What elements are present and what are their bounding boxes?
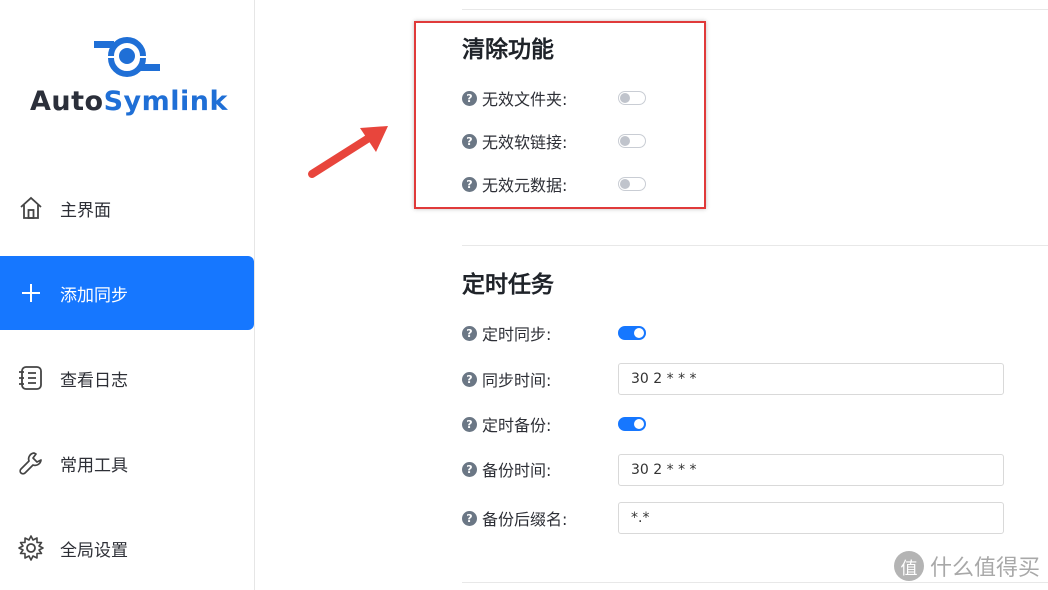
section-divider bbox=[462, 245, 1048, 246]
help-icon[interactable]: ? bbox=[462, 325, 477, 341]
help-icon[interactable]: ? bbox=[462, 510, 477, 526]
wrench-icon bbox=[16, 448, 46, 478]
annotation-arrow-icon bbox=[308, 126, 388, 178]
cleanup-section-title: 清除功能 bbox=[462, 37, 554, 63]
autosymlink-logo-icon bbox=[94, 37, 160, 77]
schedule-row-sync: ? 定时同步: bbox=[462, 318, 551, 348]
app-logo-text: AutoSymlink bbox=[30, 86, 230, 117]
backup-suffix-input[interactable] bbox=[618, 502, 1004, 534]
help-icon[interactable]: ? bbox=[462, 133, 477, 149]
scheduled-sync-label: 定时同步: bbox=[482, 325, 552, 344]
cleanup-row-invalid-folder: ? 无效文件夹: bbox=[462, 83, 567, 113]
nav-item-home[interactable]: 主界面 bbox=[0, 171, 254, 245]
cleanup-row-invalid-symlink: ? 无效软链接: bbox=[462, 126, 567, 156]
gear-icon bbox=[16, 533, 46, 563]
nav-item-tools[interactable]: 常用工具 bbox=[0, 426, 254, 500]
help-icon[interactable]: ? bbox=[462, 371, 477, 387]
section-divider bbox=[462, 582, 1048, 583]
invalid-metadata-label: 无效元数据: bbox=[482, 176, 568, 195]
toggle-knob bbox=[634, 419, 644, 429]
nav-item-label: 全局设置 bbox=[60, 540, 128, 561]
nav-item-global-settings[interactable]: 全局设置 bbox=[0, 511, 254, 585]
help-icon[interactable]: ? bbox=[462, 90, 477, 106]
invalid-symlink-toggle[interactable] bbox=[618, 134, 646, 148]
schedule-row-backup: ? 定时备份: bbox=[462, 409, 551, 439]
home-icon bbox=[16, 193, 46, 223]
logo-text-symlink: Symlink bbox=[103, 86, 228, 117]
invalid-metadata-toggle[interactable] bbox=[618, 177, 646, 191]
sync-time-label: 同步时间: bbox=[482, 371, 552, 390]
nav-item-label: 添加同步 bbox=[60, 285, 128, 306]
main-content: 清除功能 ? 无效文件夹: ? 无效软链接: ? 无效元数据: 定时任务 ? 定… bbox=[255, 0, 1048, 590]
watermark-logo-icon: 值 bbox=[893, 551, 924, 581]
nav-item-label: 主界面 bbox=[60, 200, 111, 221]
backup-time-input[interactable] bbox=[618, 454, 1004, 486]
cleanup-row-invalid-metadata: ? 无效元数据: bbox=[462, 169, 567, 199]
schedule-row-backup-time: ? 备份时间: bbox=[462, 454, 551, 484]
watermark-text: 什么值得买 bbox=[929, 556, 1040, 581]
nav-item-label: 查看日志 bbox=[60, 370, 128, 391]
schedule-row-backup-suffix: ? 备份后缀名: bbox=[462, 503, 567, 533]
toggle-knob bbox=[620, 93, 630, 103]
scheduled-sync-toggle[interactable] bbox=[618, 326, 646, 340]
help-icon[interactable]: ? bbox=[462, 176, 477, 192]
nav-item-view-logs[interactable]: 查看日志 bbox=[0, 341, 254, 415]
log-list-icon bbox=[16, 363, 46, 393]
invalid-folder-label: 无效文件夹: bbox=[482, 90, 568, 109]
toggle-knob bbox=[620, 179, 630, 189]
nav-item-add-sync[interactable]: 添加同步 bbox=[0, 256, 254, 330]
plus-icon bbox=[16, 278, 46, 308]
schedule-section-title: 定时任务 bbox=[462, 272, 554, 298]
help-icon[interactable]: ? bbox=[462, 416, 477, 432]
invalid-symlink-label: 无效软链接: bbox=[482, 133, 568, 152]
schedule-row-sync-time: ? 同步时间: bbox=[462, 364, 551, 394]
help-icon[interactable]: ? bbox=[462, 461, 477, 477]
logo-text-auto: Auto bbox=[30, 86, 104, 117]
toggle-knob bbox=[620, 136, 630, 146]
section-divider bbox=[462, 9, 1048, 10]
scheduled-backup-label: 定时备份: bbox=[482, 416, 552, 435]
watermark: 值 什么值得买 bbox=[893, 550, 1040, 582]
sync-time-input[interactable] bbox=[618, 363, 1004, 395]
invalid-folder-toggle[interactable] bbox=[618, 91, 646, 105]
toggle-knob bbox=[634, 328, 644, 338]
scheduled-backup-toggle[interactable] bbox=[618, 417, 646, 431]
backup-time-label: 备份时间: bbox=[482, 461, 552, 480]
backup-suffix-label: 备份后缀名: bbox=[482, 510, 568, 529]
sidebar: AutoSymlink 主界面 添加同步 查看日志 常用工具 全局设置 bbox=[0, 0, 255, 590]
nav-item-label: 常用工具 bbox=[60, 455, 128, 476]
